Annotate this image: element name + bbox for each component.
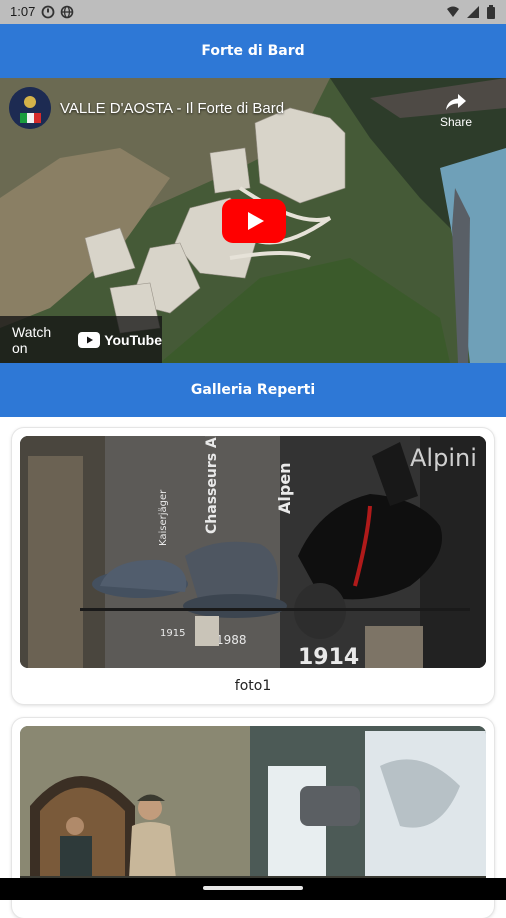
watch-on-youtube-button[interactable]: Watch on YouTube <box>0 316 162 363</box>
navigation-bar <box>0 878 506 900</box>
status-time: 1:07 <box>10 4 36 19</box>
wall-text-1915: 1915 <box>160 628 185 639</box>
video-title[interactable]: VALLE D'AOSTA - Il Forte di Bard <box>60 100 284 117</box>
app-bar: Forte di Bard <box>0 24 506 78</box>
status-bar: 1:07 <box>0 0 506 24</box>
home-gesture-handle[interactable] <box>203 886 303 890</box>
gallery-photo[interactable] <box>20 726 486 896</box>
gallery-title: Galleria Reperti <box>190 382 316 398</box>
share-icon <box>446 94 466 110</box>
play-button[interactable] <box>222 199 286 243</box>
page-title: Forte di Bard <box>201 43 305 59</box>
wall-text-alpen: Alpen <box>275 462 294 514</box>
signal-icon <box>467 6 479 18</box>
gallery-card[interactable]: Kaiserjäger Chasseurs Alpins Alpen Alpin… <box>12 428 494 704</box>
channel-avatar[interactable] <box>9 87 51 129</box>
museum-photo-hats: Kaiserjäger Chasseurs Alpins Alpen Alpin… <box>20 436 486 668</box>
globe-icon <box>60 5 74 19</box>
share-button[interactable]: Share <box>426 92 486 129</box>
wall-text-chasseurs: Chasseurs Alpins <box>204 436 220 534</box>
battery-icon <box>487 5 495 19</box>
gallery-header: Galleria Reperti <box>0 363 506 417</box>
wall-text-1988: 1988 <box>216 633 247 647</box>
youtube-play-icon <box>78 331 101 348</box>
wall-text-1914: 1914 <box>298 645 359 668</box>
wall-text-alpini: Alpini <box>410 444 477 472</box>
play-icon <box>248 212 264 230</box>
gallery-photo[interactable]: Kaiserjäger Chasseurs Alpins Alpen Alpin… <box>20 436 486 668</box>
youtube-video-player[interactable]: VALLE D'AOSTA - Il Forte di Bard Share W… <box>0 78 506 363</box>
youtube-label: YouTube <box>104 331 162 348</box>
share-label: Share <box>439 115 473 129</box>
museum-photo-soldiers <box>20 726 486 896</box>
notification-icon <box>41 5 55 19</box>
wifi-icon <box>447 6 459 17</box>
wall-text-kaiserjager: Kaiserjäger <box>158 489 169 546</box>
watch-on-label: Watch on <box>12 323 52 356</box>
gallery-caption: foto1 <box>234 678 272 694</box>
youtube-logo: YouTube <box>78 331 162 348</box>
